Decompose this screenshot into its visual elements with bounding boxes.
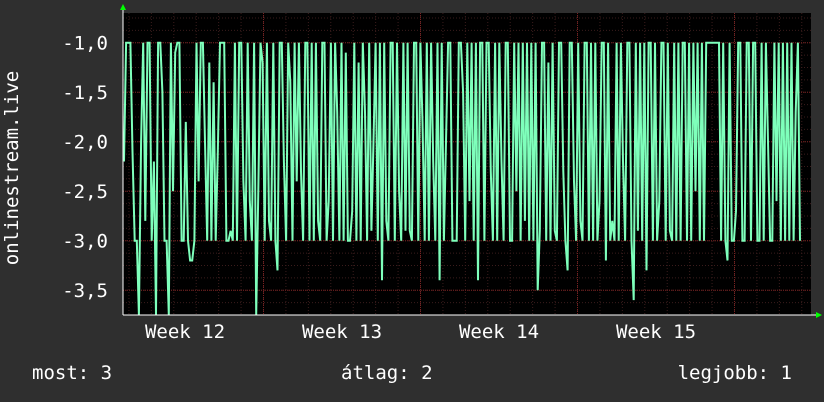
legend-best-label: legjobb:: [677, 362, 770, 384]
legend-average-value: 2: [421, 362, 433, 384]
legend-current-value: 3: [100, 362, 113, 384]
x-tick-label: Week 12: [145, 321, 225, 340]
chart-area: -1,0 -1,5 -2,0 -2,5 -3,0 -3,5 Week 12 Week 13 We…: [62, 4, 822, 340]
legend-best: legjobb: 1: [678, 362, 792, 384]
y-tick-label: -2,0: [62, 132, 108, 154]
y-tick-label: -1,5: [62, 82, 108, 104]
x-tick-label: Week 15: [616, 321, 696, 340]
legend-current: most: 3: [32, 362, 112, 384]
legend-average: átlag: 2: [341, 362, 433, 384]
y-tick-label: -3,5: [62, 280, 108, 302]
legend-average-label: átlag:: [341, 362, 410, 384]
y-tick-label: -1,0: [62, 33, 108, 55]
y-axis-arrow: [120, 4, 126, 10]
x-tick-label: Week 13: [302, 321, 382, 340]
x-axis-arrow: [816, 312, 822, 318]
legend-best-value: 1: [780, 362, 792, 384]
legend-current-label: most:: [32, 362, 90, 384]
x-tick-label: Week 14: [459, 321, 539, 340]
y-tick-label: -2,5: [62, 181, 108, 203]
y-tick-label: -3,0: [62, 231, 108, 253]
graph-panel: onlinestream.live -1,0 -1,5 -2,0 -2,5 -3,0 -3…: [0, 0, 824, 402]
